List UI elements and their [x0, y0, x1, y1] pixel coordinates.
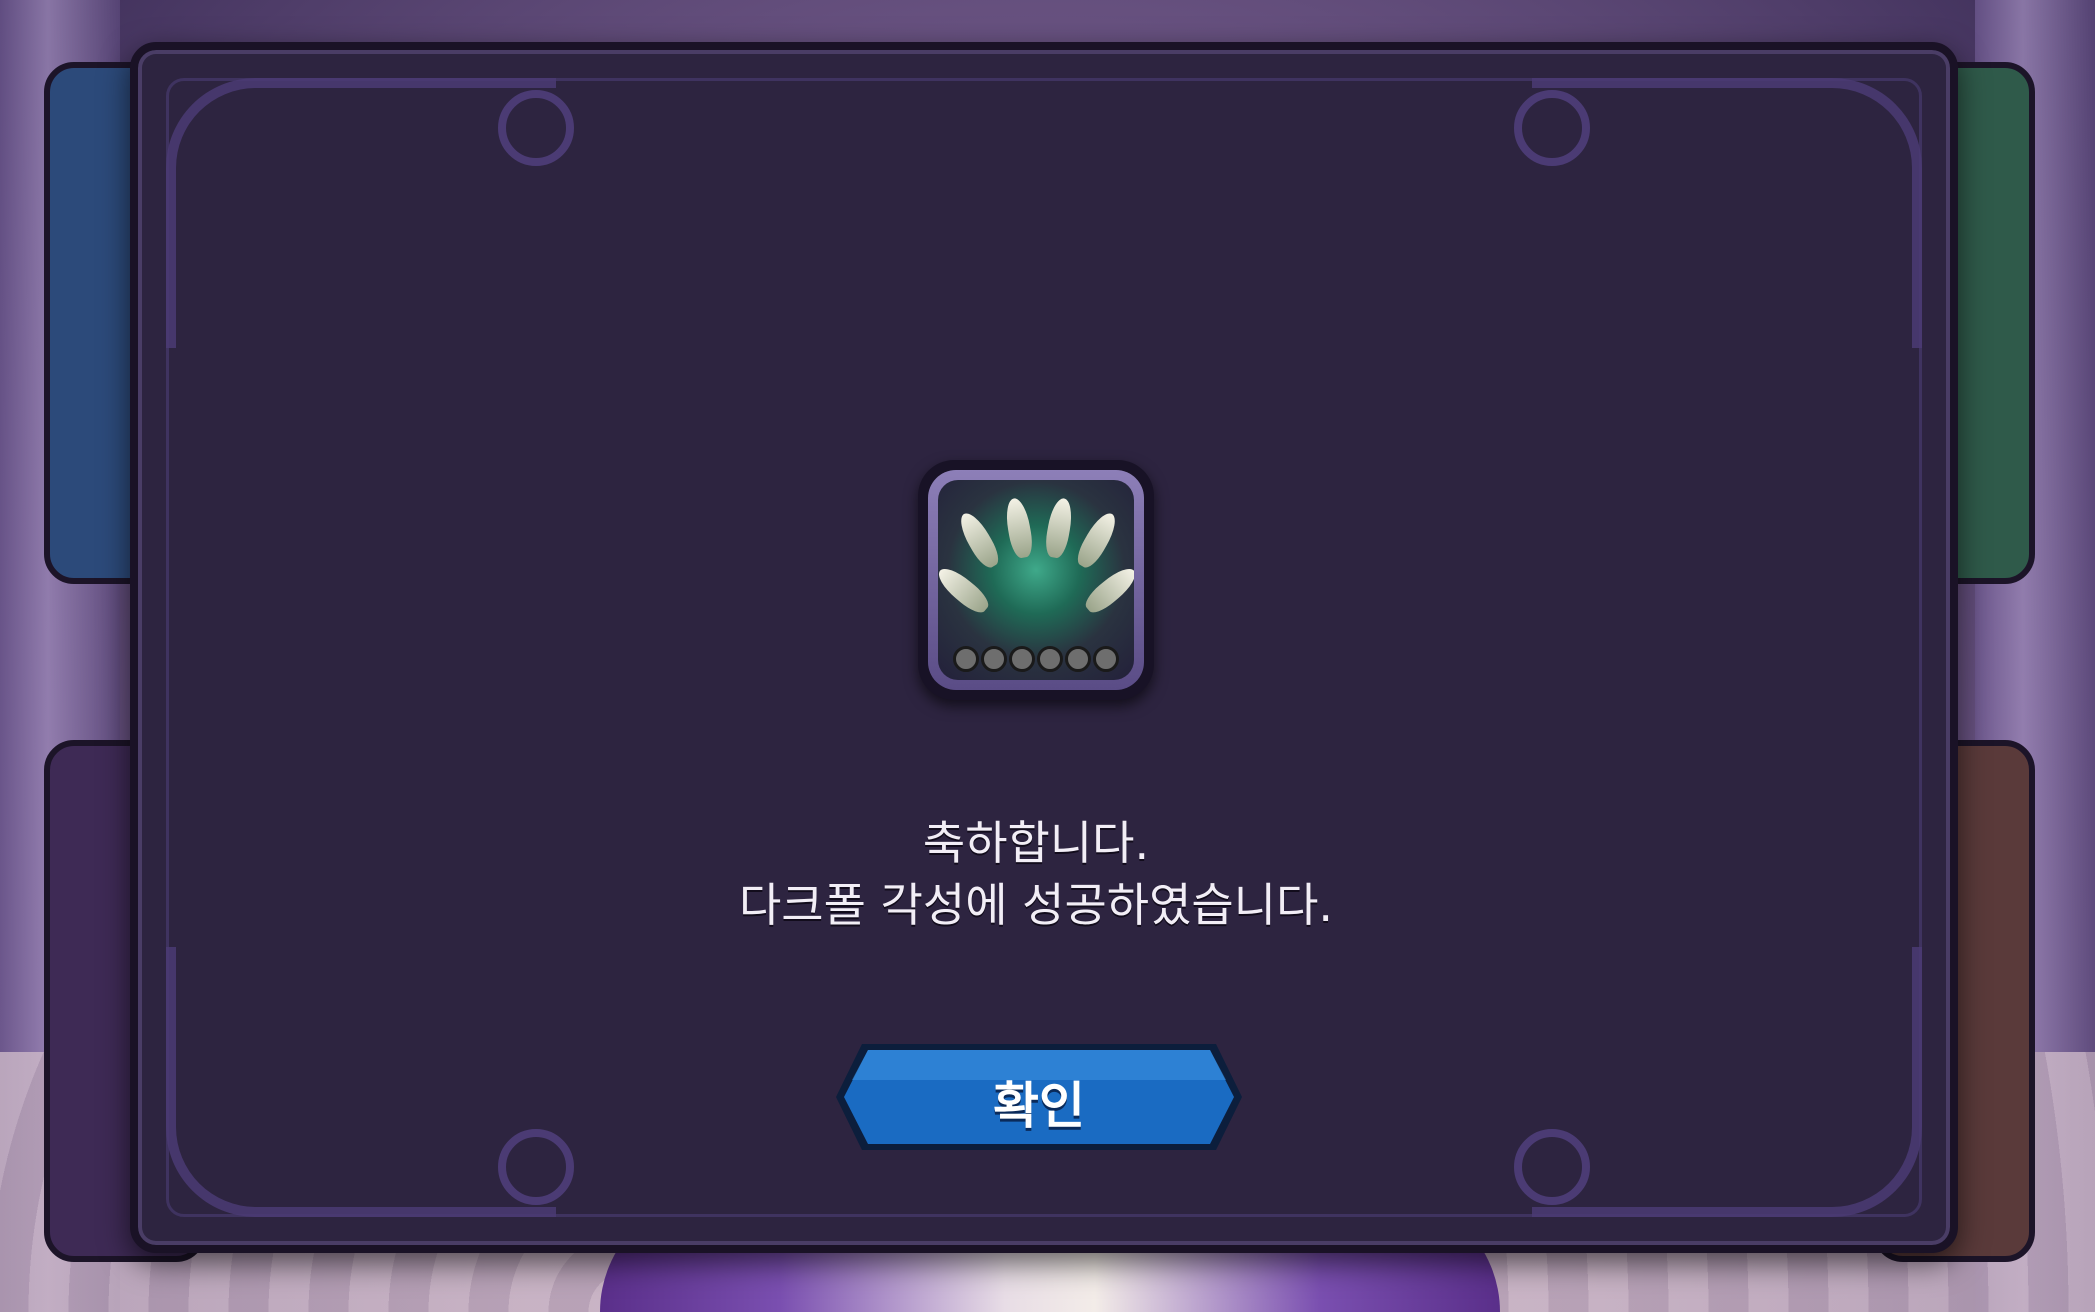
swirl-ornament	[1514, 90, 1590, 166]
star-icon	[1093, 646, 1119, 672]
result-message: 축하합니다. 다크폴 각성에 성공하였습니다.	[130, 812, 1942, 936]
star-icon	[953, 646, 979, 672]
star-icon	[1065, 646, 1091, 672]
confirm-button-label: 확인	[993, 1077, 1085, 1135]
corner-ornament	[166, 947, 556, 1217]
star-icon	[1009, 646, 1035, 672]
armor-spike	[1072, 508, 1122, 572]
message-line-success: 다크폴 각성에 성공하였습니다.	[738, 878, 1334, 932]
star-rating	[946, 646, 1126, 672]
swirl-ornament	[498, 1129, 574, 1205]
armor-spike	[938, 562, 994, 618]
armor-spike	[954, 508, 1004, 572]
swirl-ornament	[498, 90, 574, 166]
armor-spike	[1042, 496, 1076, 560]
corner-ornament	[1532, 78, 1922, 348]
character-portrait	[938, 480, 1134, 680]
armor-spike	[1080, 562, 1134, 618]
corner-ornament	[166, 78, 556, 348]
swirl-ornament	[1514, 1129, 1590, 1205]
dark-fall-character-icon	[918, 460, 1154, 700]
star-icon	[981, 646, 1007, 672]
message-line-congrats: 축하합니다.	[922, 816, 1150, 870]
confirm-button[interactable]: 확인	[832, 1040, 1246, 1154]
star-icon	[1037, 646, 1063, 672]
item-icon-frame	[928, 470, 1144, 690]
game-scene: 축하합니다. 다크폴 각성에 성공하였습니다. 확인	[0, 0, 2095, 1312]
corner-ornament	[1532, 947, 1922, 1217]
armor-spike	[1002, 496, 1036, 560]
